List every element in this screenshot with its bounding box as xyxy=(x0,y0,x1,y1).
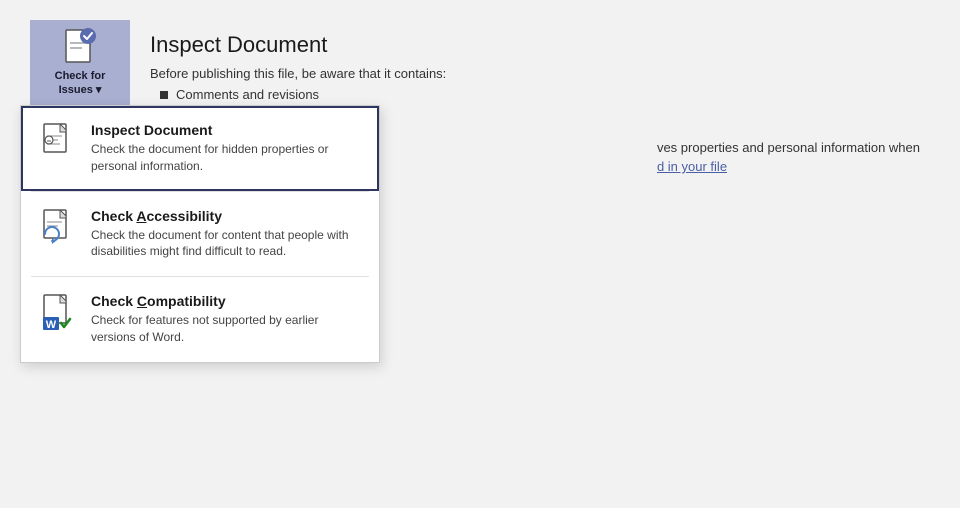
dropdown-arrow: ▾ xyxy=(96,84,102,96)
right-panel-text: ves properties and personal information … xyxy=(657,140,920,174)
check-accessibility-desc: Check the document for content that peop… xyxy=(91,227,361,261)
menu-item-inspect-document[interactable]: Inspect Document Check the document for … xyxy=(21,106,379,191)
check-compatibility-title: Check Compatibility xyxy=(91,293,361,309)
inspect-subtitle: Before publishing this file, be aware th… xyxy=(150,66,910,81)
check-compatibility-text: Check Compatibility Check for features n… xyxy=(91,293,361,346)
check-for-issues-button[interactable]: Check for Issues ▾ xyxy=(30,20,130,105)
inspect-document-title: Inspect Document xyxy=(91,122,361,138)
right-panel-link[interactable]: d in your file xyxy=(657,159,920,174)
inspect-document-icon xyxy=(39,122,77,160)
check-accessibility-text: Check Accessibility Check the document f… xyxy=(91,208,361,261)
svg-text:W: W xyxy=(46,319,57,331)
check-compatibility-icon: W xyxy=(39,293,77,331)
list-item: Comments and revisions xyxy=(160,87,910,102)
menu-item-check-compatibility[interactable]: W Check Compatibility Check for features… xyxy=(21,277,379,362)
main-area: Check for Issues ▾ Inspect Document Befo… xyxy=(0,0,960,508)
check-issues-icon xyxy=(62,28,98,66)
bullet-icon xyxy=(160,91,168,99)
menu-item-check-accessibility[interactable]: Check Accessibility Check the document f… xyxy=(21,192,379,277)
inspect-title: Inspect Document xyxy=(150,32,910,58)
inspect-document-desc: Check the document for hidden properties… xyxy=(91,141,361,175)
check-compatibility-desc: Check for features not supported by earl… xyxy=(91,312,361,346)
check-accessibility-title: Check Accessibility xyxy=(91,208,361,224)
check-accessibility-icon xyxy=(39,208,77,246)
inspect-document-text: Inspect Document Check the document for … xyxy=(91,122,361,175)
dropdown-menu: Inspect Document Check the document for … xyxy=(20,105,380,363)
check-for-issues-label: Check for Issues ▾ xyxy=(38,70,122,96)
